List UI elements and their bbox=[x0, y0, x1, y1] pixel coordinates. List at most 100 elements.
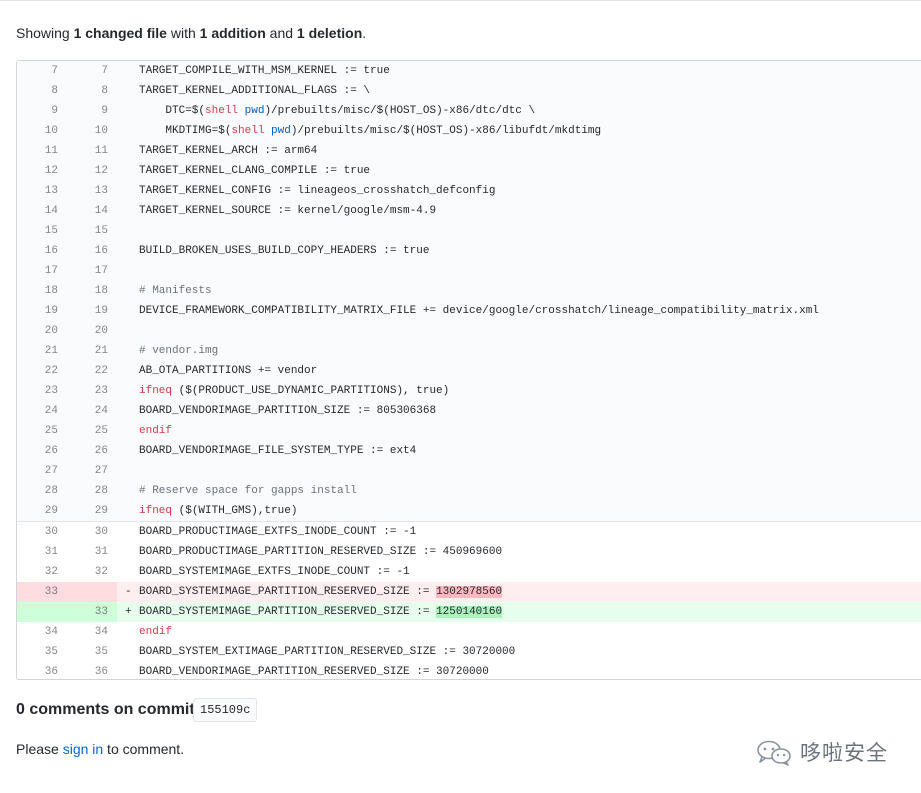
new-line-number[interactable]: 34 bbox=[67, 622, 108, 642]
diff-line: 28 28 # Reserve space for gapps install bbox=[17, 481, 921, 501]
new-line-number[interactable]: 7 bbox=[67, 61, 108, 81]
code-text: TARGET_KERNEL_CONFIG := lineageos_crossh… bbox=[139, 185, 496, 197]
diff-line: 10 10 MKDTIMG=$(shell pwd)/prebuilts/misc… bbox=[17, 121, 921, 141]
diff-line: 99 DTC=$(shell pwd)/prebuilts/misc/$(HOS… bbox=[17, 101, 921, 121]
old-line-number[interactable]: 8 bbox=[17, 81, 58, 101]
code-text: BOARD_SYSTEMIMAGE_PARTITION_RESERVED_SIZ… bbox=[139, 606, 437, 618]
sign-in-prompt: Please sign in to comment. bbox=[16, 739, 184, 759]
code-text: TARGET_KERNEL_ARCH := arm64 bbox=[139, 145, 318, 157]
old-line-number[interactable]: 19 bbox=[17, 301, 58, 321]
old-line-number[interactable]: 32 bbox=[17, 562, 58, 582]
old-line-number[interactable]: 12 bbox=[17, 161, 58, 181]
new-line-number[interactable]: 15 bbox=[67, 221, 108, 241]
new-line-number[interactable]: 16 bbox=[67, 241, 108, 261]
old-line-number[interactable]: 15 bbox=[17, 221, 58, 241]
deletion-marker: - bbox=[125, 586, 132, 598]
new-line-number[interactable]: 19 bbox=[67, 301, 108, 321]
code-content: AB_OTA_PARTITIONS += vendor bbox=[139, 361, 317, 381]
new-line-number[interactable]: 27 bbox=[67, 461, 108, 481]
new-line-number[interactable]: 21 bbox=[67, 341, 108, 361]
old-line-number[interactable]: 23 bbox=[17, 381, 58, 401]
old-line-number[interactable]: 28 bbox=[17, 481, 58, 501]
old-line-number[interactable]: 20 bbox=[17, 321, 58, 341]
new-line-number[interactable]: 36 bbox=[67, 662, 108, 679]
new-line-number[interactable]: 26 bbox=[67, 441, 108, 461]
code-content: # Reserve space for gapps install bbox=[139, 481, 357, 501]
diff-line: 14 14 TARGET_KERNEL_SOURCE := kernel/googl… bbox=[17, 201, 921, 221]
new-line-number[interactable]: 23 bbox=[67, 381, 108, 401]
new-line-number[interactable]: 28 bbox=[67, 481, 108, 501]
summary-additions: 1 addition bbox=[199, 25, 266, 41]
old-line-number[interactable]: 31 bbox=[17, 542, 58, 562]
diff-line: 32 32 BOARD_SYSTEMIMAGE_EXTFS_INODE_COUNT … bbox=[17, 562, 921, 582]
new-line-number[interactable]: 31 bbox=[67, 542, 108, 562]
old-line-number[interactable]: 24 bbox=[17, 401, 58, 421]
sign-in-link[interactable]: sign in bbox=[63, 741, 103, 757]
commit-sha[interactable]: 155109c bbox=[193, 698, 258, 722]
new-line-number[interactable]: 35 bbox=[67, 642, 108, 662]
code-text: TARGET_KERNEL_SOURCE := kernel/google/ms… bbox=[139, 205, 437, 217]
new-line-number[interactable]: 30 bbox=[67, 522, 108, 542]
new-line-number[interactable]: 25 bbox=[67, 421, 108, 441]
diff-line: 27 27 bbox=[17, 461, 921, 481]
old-line-number[interactable]: 29 bbox=[17, 501, 58, 521]
new-line-number[interactable]: 33 bbox=[67, 602, 108, 622]
new-line-number[interactable]: 29 bbox=[67, 501, 108, 521]
old-line-number[interactable]: 18 bbox=[17, 281, 58, 301]
old-line-number[interactable]: 26 bbox=[17, 441, 58, 461]
code-content: TARGET_COMPILE_WITH_MSM_KERNEL := true bbox=[139, 61, 390, 81]
code-keyword: shell bbox=[231, 125, 265, 137]
new-line-number[interactable]: 32 bbox=[67, 562, 108, 582]
old-line-number[interactable]: 14 bbox=[17, 201, 58, 221]
new-line-number[interactable]: 18 bbox=[67, 281, 108, 301]
code-keyword: shell bbox=[205, 105, 239, 117]
diff-line: 36 36 BOARD_VENDORIMAGE_PARTITION_RESERVED… bbox=[17, 662, 921, 679]
old-line-number[interactable]: 16 bbox=[17, 241, 58, 261]
new-line-number[interactable]: 24 bbox=[67, 401, 108, 421]
prompt-suffix: to comment. bbox=[103, 741, 185, 757]
code-text: BOARD_SYSTEMIMAGE_PARTITION_RESERVED_SIZ… bbox=[139, 586, 437, 598]
old-line-number[interactable]: 21 bbox=[17, 341, 58, 361]
summary-and: and bbox=[265, 25, 297, 41]
new-line-number[interactable]: 12 bbox=[67, 161, 108, 181]
new-line-number[interactable]: 10 bbox=[67, 121, 108, 141]
new-line-number[interactable]: 9 bbox=[67, 101, 108, 121]
new-line-number[interactable]: 20 bbox=[67, 321, 108, 341]
diff-line: 21 21 # vendor.img bbox=[17, 341, 921, 361]
old-line-number[interactable]: 30 bbox=[17, 522, 58, 542]
watermark: 哆啦安全 bbox=[756, 737, 906, 769]
code-content: BUILD_BROKEN_USES_BUILD_COPY_HEADERS := … bbox=[139, 241, 429, 261]
code-content: BOARD_VENDORIMAGE_FILE_SYSTEM_TYPE := ex… bbox=[139, 441, 416, 461]
new-line-number[interactable]: 8 bbox=[67, 81, 108, 101]
summary-suffix: . bbox=[362, 25, 367, 41]
diff-summary: Showing 1 changed file with 1 addition a… bbox=[16, 23, 366, 43]
code-keyword: endif bbox=[139, 626, 173, 638]
diff-line: 22 22 AB_OTA_PARTITIONS += vendor bbox=[17, 361, 921, 381]
old-line-number[interactable]: 7 bbox=[17, 61, 58, 81]
old-line-number[interactable]: 17 bbox=[17, 261, 58, 281]
old-line-number[interactable]: 22 bbox=[17, 361, 58, 381]
code-text: BOARD_VENDORIMAGE_PARTITION_SIZE := 8053… bbox=[139, 405, 437, 417]
diff-line: 12 12 TARGET_KERNEL_CLANG_COMPILE := true bbox=[17, 161, 921, 181]
old-line-number[interactable]: 33 bbox=[17, 582, 58, 602]
new-line-number[interactable]: 11 bbox=[67, 141, 108, 161]
old-line-number[interactable]: 9 bbox=[17, 101, 58, 121]
new-line-number[interactable]: 17 bbox=[67, 261, 108, 281]
code-keyword: endif bbox=[139, 425, 173, 437]
code-content: ifneq ($(WITH_GMS),true) bbox=[139, 501, 297, 521]
code-content: # vendor.img bbox=[139, 341, 218, 361]
old-line-number[interactable]: 11 bbox=[17, 141, 58, 161]
old-line-number[interactable]: 36 bbox=[17, 662, 58, 679]
old-line-number[interactable]: 35 bbox=[17, 642, 58, 662]
new-line-number[interactable]: 22 bbox=[67, 361, 108, 381]
diff-line: 31 31 BOARD_PRODUCTIMAGE_PARTITION_RESERVE… bbox=[17, 542, 921, 562]
old-line-number[interactable]: 13 bbox=[17, 181, 58, 201]
old-line-number[interactable]: 10 bbox=[17, 121, 58, 141]
old-line-number[interactable]: 27 bbox=[17, 461, 58, 481]
new-line-number[interactable]: 14 bbox=[67, 201, 108, 221]
summary-prefix: Showing bbox=[16, 25, 74, 41]
new-line-number[interactable]: 13 bbox=[67, 181, 108, 201]
old-line-number[interactable]: 34 bbox=[17, 622, 58, 642]
code-text: ($(WITH_GMS),true) bbox=[172, 505, 298, 517]
old-line-number[interactable]: 25 bbox=[17, 421, 58, 441]
